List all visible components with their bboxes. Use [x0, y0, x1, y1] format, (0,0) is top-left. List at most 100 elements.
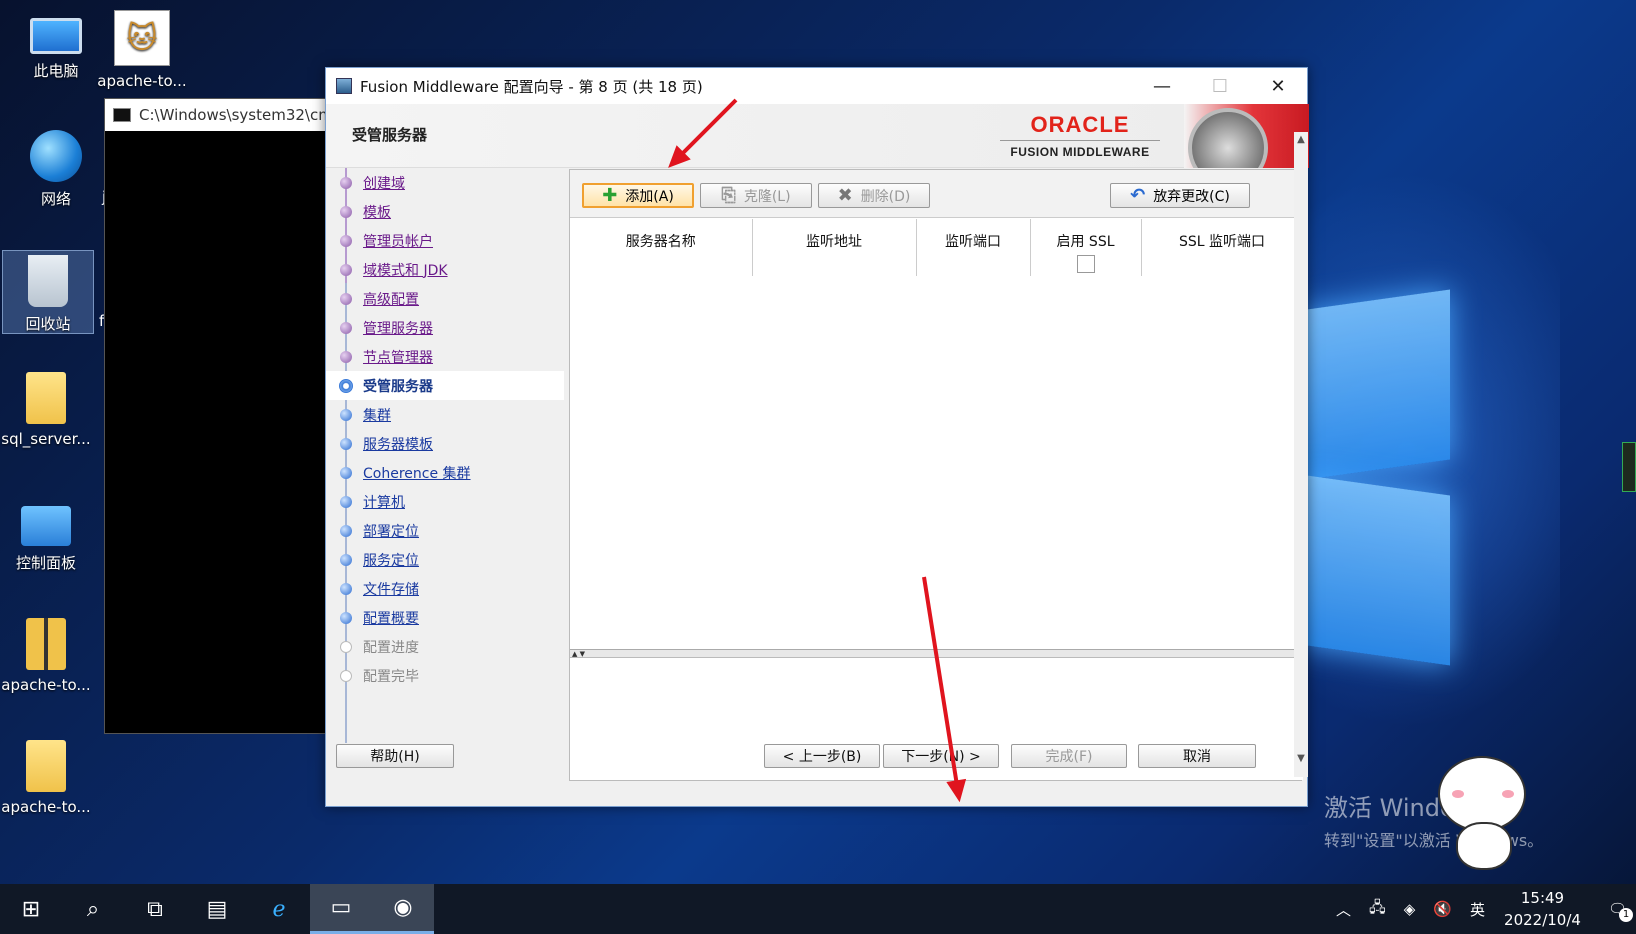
step-advanced-config[interactable]: 高级配置 — [326, 284, 564, 313]
col-server-name[interactable]: 服务器名称 — [570, 219, 753, 277]
step-label: 配置完毕 — [363, 668, 419, 685]
step-clusters[interactable]: 集群 — [326, 400, 564, 429]
wizard-taskbar-icon[interactable]: ◉ — [372, 884, 434, 934]
table-body-empty[interactable] — [570, 276, 1303, 650]
network-status-icon[interactable]: 🖧 — [1369, 897, 1386, 922]
desktop-icon-label: apache-to... — [97, 72, 187, 90]
windows-logo-wallpaper — [1300, 280, 1460, 666]
step-config-summary[interactable]: 配置概要 — [326, 603, 564, 632]
step-service-targeting[interactable]: 服务定位 — [326, 545, 564, 574]
volume-muted-icon[interactable]: 🔇 — [1433, 900, 1452, 918]
add-button[interactable]: ✚ 添加(A) — [582, 183, 694, 208]
discard-label: 放弃更改(C) — [1153, 188, 1230, 205]
step-create-domain[interactable]: 创建域 — [326, 168, 564, 197]
system-tray: ︿ 🖧 ◈ 🔇 英 15:49 2022/10/4 🗨 1 — [1327, 884, 1636, 934]
task-view-icon[interactable]: ⧉ — [124, 884, 186, 934]
notification-center-icon[interactable]: 🗨 1 — [1608, 900, 1633, 922]
step-file-stores[interactable]: 文件存储 — [326, 574, 564, 603]
undo-icon: ↶ — [1130, 185, 1146, 206]
scroll-down-icon[interactable]: ▼ — [1294, 753, 1308, 764]
window-title: Fusion Middleware 配置向导 - 第 8 页 (共 18 页) — [360, 77, 703, 96]
step-pending-icon — [340, 611, 352, 624]
discard-changes-button[interactable]: ↶ 放弃更改(C) — [1110, 183, 1250, 208]
tomcat-icon: 🐱 — [114, 10, 170, 66]
close-button[interactable]: ✕ — [1249, 68, 1307, 104]
step-label: 集群 — [363, 407, 391, 424]
step-label: 管理员帐户 — [363, 233, 433, 250]
step-label: 模板 — [363, 204, 391, 221]
step-managed-servers[interactable]: 受管服务器 — [326, 371, 564, 400]
maximize-button[interactable]: ☐ — [1191, 68, 1249, 104]
clock[interactable]: 15:49 2022/10/4 — [1504, 887, 1581, 931]
ime-indicator[interactable]: 英 — [1470, 899, 1485, 920]
next-button[interactable]: 下一步(N) > — [883, 744, 999, 768]
security-icon[interactable]: ◈ — [1404, 900, 1416, 918]
desktop-icon-label: 网络 — [40, 190, 71, 208]
minimize-button[interactable]: — — [1133, 68, 1191, 104]
chevron-up-icon[interactable]: ︿ — [1336, 899, 1351, 920]
step-node-manager[interactable]: 节点管理器 — [326, 342, 564, 371]
step-templates[interactable]: 模板 — [326, 197, 564, 226]
plus-icon: ✚ — [602, 185, 618, 206]
vertical-scrollbar[interactable]: ▲ ▼ — [1294, 132, 1308, 777]
step-domain-mode-jdk[interactable]: 域模式和 JDK — [326, 255, 564, 284]
copy-icon: ⎘ — [721, 185, 736, 206]
cancel-button[interactable]: 取消 — [1138, 744, 1256, 768]
desktop-icon-network[interactable]: 网络 — [10, 130, 102, 209]
start-button[interactable]: ⊞ — [0, 884, 62, 934]
edge-widget[interactable] — [1622, 442, 1636, 492]
cmd-window[interactable]: C:\Windows\system32\cm — [104, 98, 326, 734]
desktop-icon-this-pc[interactable]: 此电脑 — [10, 12, 102, 81]
step-config-complete: 配置完毕 — [326, 661, 564, 690]
desktop-icon-label: sql_server... — [1, 430, 91, 448]
back-button[interactable]: < 上一步(B) — [764, 744, 880, 768]
internet-explorer-icon[interactable]: ℯ — [248, 884, 310, 934]
step-label: 创建域 — [363, 175, 405, 192]
search-icon[interactable]: ⌕ — [62, 884, 124, 934]
desktop-icon-control-panel[interactable]: 控制面板 — [0, 500, 92, 573]
config-wizard-window[interactable]: Fusion Middleware 配置向导 - 第 8 页 (共 18 页) … — [325, 67, 1309, 807]
zip-folder-icon — [26, 618, 66, 670]
col-ssl-listen-port[interactable]: SSL 监听端口 — [1141, 219, 1304, 277]
delete-x-icon: ✖ — [837, 185, 853, 206]
step-done-icon — [340, 263, 352, 276]
step-pending-icon — [340, 466, 352, 479]
help-button[interactable]: 帮助(H) — [336, 744, 454, 768]
desktop-icon-apache-folder[interactable]: apache-to... — [0, 740, 92, 816]
step-deployment-targeting[interactable]: 部署定位 — [326, 516, 564, 545]
step-label: 域模式和 JDK — [363, 262, 448, 279]
col-enable-ssl[interactable]: 启用 SSL — [1030, 219, 1142, 277]
desktop-icon-sql-server[interactable]: sql_server... — [0, 372, 92, 448]
server-manager-icon[interactable]: ▤ — [186, 884, 248, 934]
desktop-icon-label: 此电脑 — [33, 62, 79, 80]
col-listen-address[interactable]: 监听地址 — [752, 219, 917, 277]
scroll-up-icon[interactable]: ▲ — [1294, 134, 1308, 145]
enable-ssl-header-checkbox[interactable] — [1076, 255, 1095, 273]
step-server-templates[interactable]: 服务器模板 — [326, 429, 564, 458]
cmd-taskbar-icon[interactable]: ▭ — [310, 884, 372, 934]
desktop-icon-apache-tomcat[interactable]: 🐱 apache-to... — [96, 10, 188, 90]
folder-icon — [26, 740, 66, 792]
wizard-titlebar[interactable]: Fusion Middleware 配置向导 - 第 8 页 (共 18 页) … — [326, 68, 1307, 104]
clock-date: 2022/10/4 — [1504, 911, 1581, 929]
col-listen-port[interactable]: 监听端口 — [916, 219, 1031, 277]
step-done-icon — [340, 205, 352, 218]
desktop-icon-label: apache-to... — [1, 798, 91, 816]
delete-label: 删除(D) — [860, 188, 911, 205]
step-disabled-icon — [340, 669, 352, 682]
finish-button[interactable]: 完成(F) — [1011, 744, 1127, 768]
step-label: 配置进度 — [363, 639, 419, 656]
step-coherence-clusters[interactable]: Coherence 集群 — [326, 458, 564, 487]
desktop-icon-recycle-bin[interactable]: 回收站 — [2, 250, 94, 334]
step-admin-server[interactable]: 管理服务器 — [326, 313, 564, 342]
clone-button[interactable]: ⎘ 克隆(L) — [700, 183, 812, 208]
cmd-titlebar[interactable]: C:\Windows\system32\cm — [105, 99, 325, 131]
desktop-icon-apache-zip[interactable]: apache-to... — [0, 618, 92, 694]
delete-button[interactable]: ✖ 删除(D) — [818, 183, 930, 208]
step-admin-account[interactable]: 管理员帐户 — [326, 226, 564, 255]
clock-time: 15:49 — [1520, 889, 1565, 907]
cartoon-sticker — [1428, 738, 1538, 878]
step-machines[interactable]: 计算机 — [326, 487, 564, 516]
step-pending-icon — [340, 582, 352, 595]
step-pending-icon — [340, 437, 352, 450]
